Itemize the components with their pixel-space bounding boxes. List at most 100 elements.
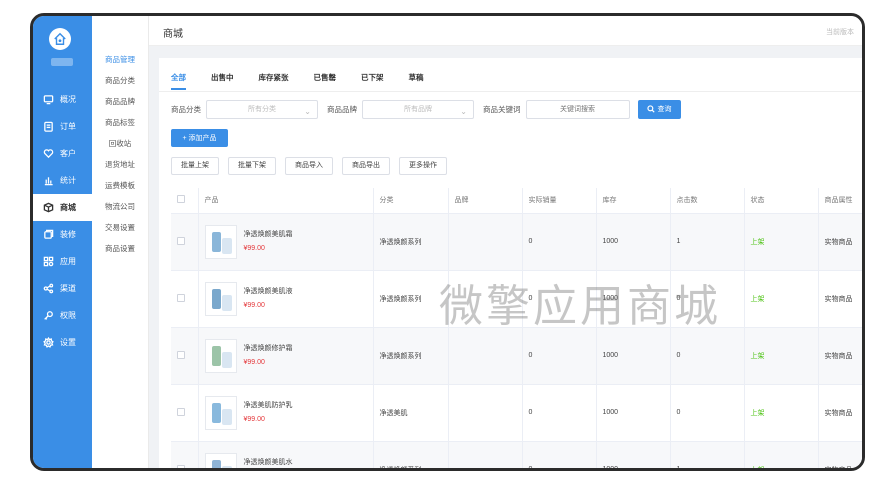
sidebar-item-label: 订单 [60, 122, 76, 131]
brand-select[interactable]: 所有品牌 ⌄ [362, 99, 474, 119]
subnav-item[interactable]: 商品管理 [92, 49, 148, 70]
product-thumbnail[interactable] [204, 452, 237, 468]
sidebar-item-key[interactable]: 权限 [33, 302, 92, 329]
product-name[interactable]: 净透焕颜美肌霜 [244, 229, 293, 239]
tab-3[interactable]: 已售罄 [314, 72, 337, 90]
bulk-action-button[interactable]: 商品导出 [342, 157, 390, 175]
subnav-item[interactable]: 商品标签 [92, 112, 148, 133]
status-cell[interactable]: 上架 [744, 441, 819, 468]
sidebar-item-label: 权限 [60, 311, 76, 320]
table-row[interactable]: 净透美肌防护乳 ¥99.00 净透美肌 0 1000 0 上架 实物商品 [171, 384, 862, 442]
product-name[interactable]: 净透焕颜美肌液 [244, 286, 293, 296]
tab-0[interactable]: 全部 [171, 72, 186, 90]
sidebar-item-gear[interactable]: 设置 [33, 329, 92, 356]
product-price: ¥99.00 [243, 415, 265, 423]
box-icon [43, 202, 54, 213]
row-checkbox[interactable] [177, 464, 185, 468]
product-thumbnail[interactable] [204, 338, 237, 373]
keyword-filter-label: 商品关键词 [483, 104, 521, 114]
monitor-icon [43, 95, 54, 105]
row-select-cell [171, 270, 199, 328]
row-checkbox[interactable] [177, 236, 185, 245]
subnav-item[interactable]: 商品品牌 [92, 91, 148, 112]
keyword-search-input[interactable] [525, 99, 630, 119]
bulk-action-button[interactable]: 商品导入 [285, 157, 333, 175]
column-header: 产品 [198, 188, 374, 214]
sidebar-item-box[interactable]: 商城 [33, 194, 92, 221]
tab-5[interactable]: 草稿 [409, 72, 424, 90]
sidebar-item-grid[interactable]: 应用 [33, 248, 92, 275]
subnav-item[interactable]: 物流公司 [92, 196, 148, 217]
chevron-down-icon: ⌄ [304, 106, 311, 116]
subnav-item[interactable]: 商品分类 [92, 70, 148, 91]
table-header-row: 产品 分类 品牌 实际销量 库存 点击数 状态 商品属性 [171, 188, 862, 214]
subnav-item[interactable]: 商品设置 [92, 238, 148, 259]
subnav-item[interactable]: 交易设置 [92, 217, 148, 238]
row-checkbox[interactable] [177, 350, 185, 359]
layers-icon [44, 229, 54, 239]
clicks-cell: 1 [670, 441, 745, 468]
category-select-value: 所有分类 [248, 105, 276, 113]
home-logo-icon[interactable] [49, 28, 71, 50]
tab-4[interactable]: 已下架 [361, 72, 384, 90]
query-button[interactable]: 查询 [637, 99, 681, 119]
product-name[interactable]: 净透焕颜修护霜 [244, 343, 293, 353]
attribute-cell: 实物商品 [818, 213, 862, 271]
status-cell[interactable]: 上架 [744, 384, 819, 442]
stock-cell: 1000 [596, 441, 671, 468]
tab-1[interactable]: 出售中 [211, 72, 234, 90]
brand-select-value: 所有品牌 [404, 105, 432, 113]
category-cell: 净透焕颜系列 [373, 270, 449, 328]
clicks-cell: 0 [670, 270, 745, 328]
category-select[interactable]: 所有分类 ⌄ [206, 99, 318, 119]
bulk-action-button[interactable]: 批量下架 [228, 157, 276, 175]
clicks-cell: 1 [670, 213, 745, 271]
sidebar-item-monitor[interactable]: 概况 [33, 86, 92, 113]
attribute-cell: 实物商品 [818, 270, 862, 328]
sidebar-item-clipboard[interactable]: 订单 [33, 113, 92, 140]
clicks-cell: 0 [670, 327, 745, 385]
status-cell[interactable]: 上架 [744, 213, 819, 271]
sidebar-item-label: 统计 [60, 176, 76, 185]
tab-2[interactable]: 库存紧张 [259, 72, 289, 90]
product-name[interactable]: 净透美肌防护乳 [244, 400, 293, 410]
sidebar-item-layers[interactable]: 装修 [33, 221, 92, 248]
brand-cell [448, 441, 523, 468]
primary-nav: 概况订单客户统计商城装修应用 渠道权限设置 [33, 86, 92, 356]
status-cell[interactable]: 上架 [744, 270, 819, 328]
product-thumbnail[interactable] [204, 395, 237, 430]
search-icon [646, 105, 655, 113]
table-row[interactable]: 净透焕颜美肌液 ¥99.00 净透焕颜系列 0 1000 0 上架 实物商品 [171, 270, 862, 328]
row-checkbox[interactable] [177, 407, 185, 416]
status-tabs: 全部 出售中 库存紧张 已售罄 已下架 草稿 [171, 72, 449, 90]
product-name[interactable]: 净透焕颜美肌水 [244, 457, 293, 467]
sidebar-item-label: 装修 [60, 230, 76, 239]
product-thumbnail[interactable] [204, 281, 237, 316]
bulk-action-button[interactable]: 批量上架 [171, 157, 219, 175]
query-button-label: 查询 [657, 106, 672, 113]
table-row[interactable]: 净透焕颜美肌霜 ¥99.00 净透焕颜系列 0 1000 1 上架 实物商品 [171, 213, 862, 271]
row-select-cell [171, 213, 199, 271]
column-header: 状态 [744, 188, 819, 214]
sales-cell: 0 [522, 270, 597, 328]
stock-cell: 1000 [596, 384, 671, 442]
row-checkbox[interactable] [177, 293, 185, 302]
table-row[interactable]: 净透焕颜修护霜 ¥99.00 净透焕颜系列 0 1000 0 上架 实物商品 [171, 327, 862, 385]
bulk-action-button[interactable]: 更多操作 [399, 157, 447, 175]
sidebar-item-bar-chart[interactable]: 统计 [33, 167, 92, 194]
sidebar-item-label: 客户 [60, 149, 76, 158]
brand-cell [448, 213, 523, 271]
subnav-item[interactable]: 运费模板 [92, 175, 148, 196]
product-thumbnail[interactable] [204, 224, 237, 259]
subnav-item[interactable]: 回收站 [92, 133, 148, 154]
brand-cell [448, 270, 523, 328]
status-cell[interactable]: 上架 [744, 327, 819, 385]
sidebar-item-share[interactable]: 渠道 [33, 275, 92, 302]
content-panel: 全部 出售中 库存紧张 已售罄 已下架 草稿 商品分类 所有分类 ⌄ 商品品牌 所有品牌 … [159, 58, 862, 468]
version-label: 当前版本 [826, 29, 854, 36]
table-row[interactable]: 净透焕颜美肌水¥99.00净透焕颜系列 010001上架实物商品 [171, 441, 862, 468]
add-product-button[interactable]: + 添加产品 [171, 129, 228, 147]
select-all-checkbox[interactable] [177, 195, 185, 204]
sidebar-item-heart[interactable]: 客户 [33, 140, 92, 167]
subnav-item[interactable]: 退货地址 [92, 154, 148, 175]
